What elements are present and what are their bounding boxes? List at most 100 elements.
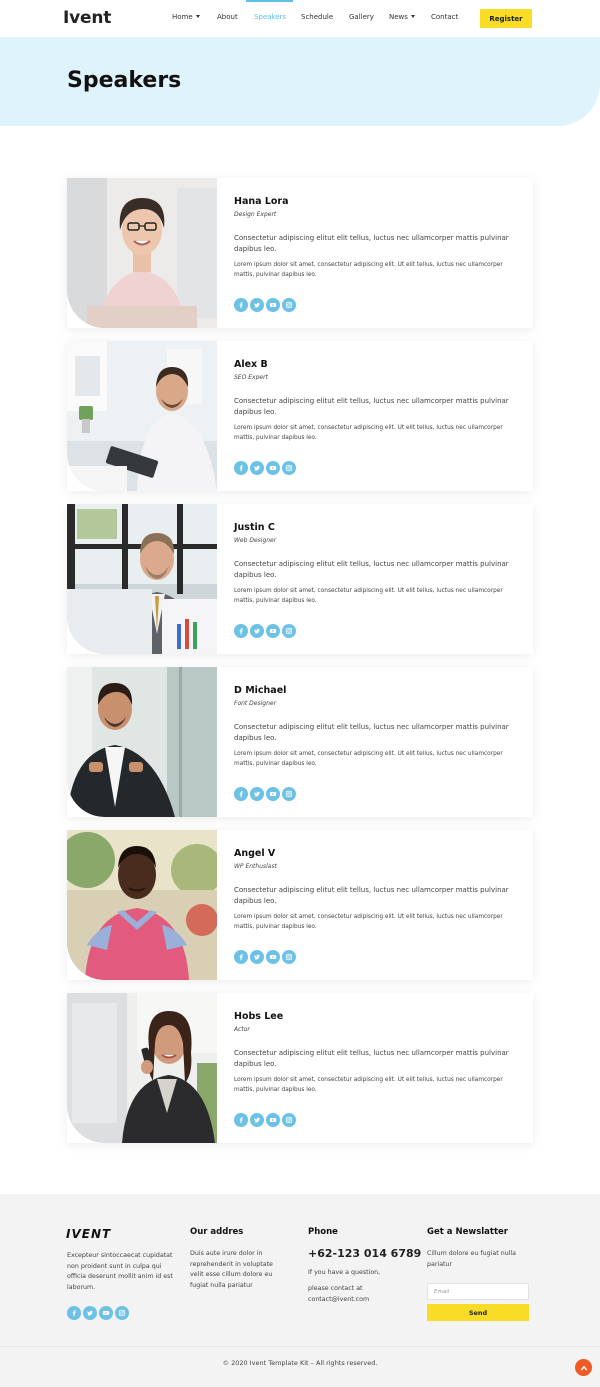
speaker-photo bbox=[67, 667, 217, 817]
footer-address-text: Duis aute irure dolor in reprehenderit i… bbox=[190, 1250, 273, 1289]
instagram-icon bbox=[285, 627, 293, 635]
youtube-link[interactable] bbox=[266, 787, 280, 801]
copyright-text: © 2020 Ivent Template Kit – All rights r… bbox=[222, 1359, 378, 1367]
speaker-name[interactable]: D Michael bbox=[234, 685, 524, 696]
speaker-card: D Michael Font Designer Consectetur adipis… bbox=[67, 667, 533, 817]
youtube-link[interactable] bbox=[266, 298, 280, 312]
footer-phone-number: +62-123 014 6789 bbox=[308, 1247, 422, 1260]
footer-contact-text: please contact at contact@ivent.com bbox=[308, 1285, 370, 1303]
instagram-link[interactable] bbox=[282, 1113, 296, 1127]
site-header: Ivent Home About Speakers Schedule Galle… bbox=[0, 0, 600, 37]
speaker-photo bbox=[67, 341, 217, 491]
twitter-icon bbox=[253, 1116, 261, 1124]
newsletter-email-input[interactable]: Email bbox=[427, 1283, 529, 1300]
twitter-link[interactable] bbox=[250, 298, 264, 312]
facebook-icon bbox=[237, 1116, 245, 1124]
twitter-link[interactable] bbox=[250, 461, 264, 475]
youtube-icon bbox=[269, 627, 277, 635]
twitter-link[interactable] bbox=[250, 624, 264, 638]
footer-newsletter-title: Get a Newslatter bbox=[427, 1227, 508, 1237]
twitter-link[interactable] bbox=[83, 1306, 97, 1320]
youtube-icon bbox=[269, 953, 277, 961]
twitter-icon bbox=[253, 790, 261, 798]
speaker-name[interactable]: Alex B bbox=[234, 359, 524, 370]
facebook-link[interactable] bbox=[234, 1113, 248, 1127]
instagram-link[interactable] bbox=[282, 787, 296, 801]
speaker-role: Design Expert bbox=[234, 211, 277, 218]
facebook-link[interactable] bbox=[234, 461, 248, 475]
speaker-social-links bbox=[234, 298, 296, 312]
twitter-icon bbox=[253, 301, 261, 309]
footer-address-title: Our addres bbox=[190, 1227, 244, 1237]
nav-about[interactable]: About bbox=[217, 13, 238, 21]
nav-home[interactable]: Home bbox=[172, 13, 200, 21]
twitter-icon bbox=[253, 953, 261, 961]
twitter-link[interactable] bbox=[250, 787, 264, 801]
facebook-icon bbox=[237, 464, 245, 472]
facebook-link[interactable] bbox=[234, 787, 248, 801]
nav-gallery[interactable]: Gallery bbox=[349, 13, 374, 21]
twitter-icon bbox=[253, 464, 261, 472]
nav-speakers[interactable]: Speakers bbox=[254, 13, 286, 21]
speaker-info: D Michael Font Designer Consectetur adipis… bbox=[234, 685, 524, 769]
active-nav-indicator bbox=[246, 0, 293, 2]
twitter-icon bbox=[253, 627, 261, 635]
speaker-role: Web Designer bbox=[234, 537, 277, 544]
chevron-up-icon bbox=[580, 1365, 587, 1370]
facebook-link[interactable] bbox=[234, 950, 248, 964]
instagram-link[interactable] bbox=[115, 1306, 129, 1320]
facebook-link[interactable] bbox=[234, 298, 248, 312]
speaker-description: Lorem ipsum dolor sit amet, consectetur … bbox=[234, 751, 503, 767]
speaker-summary: Consectetur adipiscing elitut elit tellu… bbox=[234, 886, 509, 905]
speaker-role: Actor bbox=[234, 1026, 250, 1033]
site-logo[interactable]: Ivent bbox=[63, 8, 111, 28]
youtube-link[interactable] bbox=[266, 1113, 280, 1127]
twitter-link[interactable] bbox=[250, 950, 264, 964]
speaker-social-links bbox=[234, 950, 296, 964]
instagram-icon bbox=[285, 464, 293, 472]
instagram-link[interactable] bbox=[282, 461, 296, 475]
nav-contact[interactable]: Contact bbox=[431, 13, 458, 21]
facebook-icon bbox=[237, 790, 245, 798]
speaker-info: Alex B SEO Expert Consectetur adipiscing e… bbox=[234, 359, 524, 443]
speaker-social-links bbox=[234, 1113, 296, 1127]
footer-logo[interactable]: IVENT bbox=[66, 1227, 111, 1241]
speaker-summary: Consectetur adipiscing elitut elit tellu… bbox=[234, 723, 509, 742]
speaker-name[interactable]: Hana Lora bbox=[234, 196, 524, 207]
nav-schedule[interactable]: Schedule bbox=[301, 13, 333, 21]
facebook-icon bbox=[237, 953, 245, 961]
speaker-name[interactable]: Justin C bbox=[234, 522, 524, 533]
speaker-name[interactable]: Hobs Lee bbox=[234, 1011, 524, 1022]
youtube-link[interactable] bbox=[266, 461, 280, 475]
twitter-icon bbox=[86, 1309, 94, 1317]
speaker-photo bbox=[67, 178, 217, 328]
twitter-link[interactable] bbox=[250, 1113, 264, 1127]
youtube-icon bbox=[269, 1116, 277, 1124]
newsletter-send-button[interactable]: Send bbox=[427, 1304, 529, 1321]
speaker-description: Lorem ipsum dolor sit amet, consectetur … bbox=[234, 1077, 503, 1093]
register-button[interactable]: Register bbox=[480, 9, 532, 28]
page-hero: Speakers bbox=[0, 37, 600, 126]
instagram-link[interactable] bbox=[282, 624, 296, 638]
back-to-top-button[interactable] bbox=[575, 1359, 592, 1376]
instagram-link[interactable] bbox=[282, 950, 296, 964]
speaker-summary: Consectetur adipiscing elitut elit tellu… bbox=[234, 1049, 509, 1068]
youtube-link[interactable] bbox=[266, 624, 280, 638]
speaker-name[interactable]: Angel V bbox=[234, 848, 524, 859]
youtube-icon bbox=[269, 464, 277, 472]
speaker-role: SEO Expert bbox=[234, 374, 268, 381]
nav-news[interactable]: News bbox=[389, 13, 415, 21]
speaker-photo bbox=[67, 993, 217, 1143]
footer-divider bbox=[0, 1346, 600, 1347]
instagram-link[interactable] bbox=[282, 298, 296, 312]
site-footer: IVENT Excepteur sintoccaecat cupidatat n… bbox=[0, 1194, 600, 1387]
instagram-icon bbox=[285, 301, 293, 309]
chevron-down-icon bbox=[410, 15, 415, 18]
youtube-link[interactable] bbox=[266, 950, 280, 964]
facebook-link[interactable] bbox=[234, 624, 248, 638]
speaker-role: Font Designer bbox=[234, 700, 277, 707]
facebook-icon bbox=[237, 627, 245, 635]
facebook-link[interactable] bbox=[67, 1306, 81, 1320]
youtube-link[interactable] bbox=[99, 1306, 113, 1320]
speaker-summary: Consectetur adipiscing elitut elit tellu… bbox=[234, 560, 509, 579]
